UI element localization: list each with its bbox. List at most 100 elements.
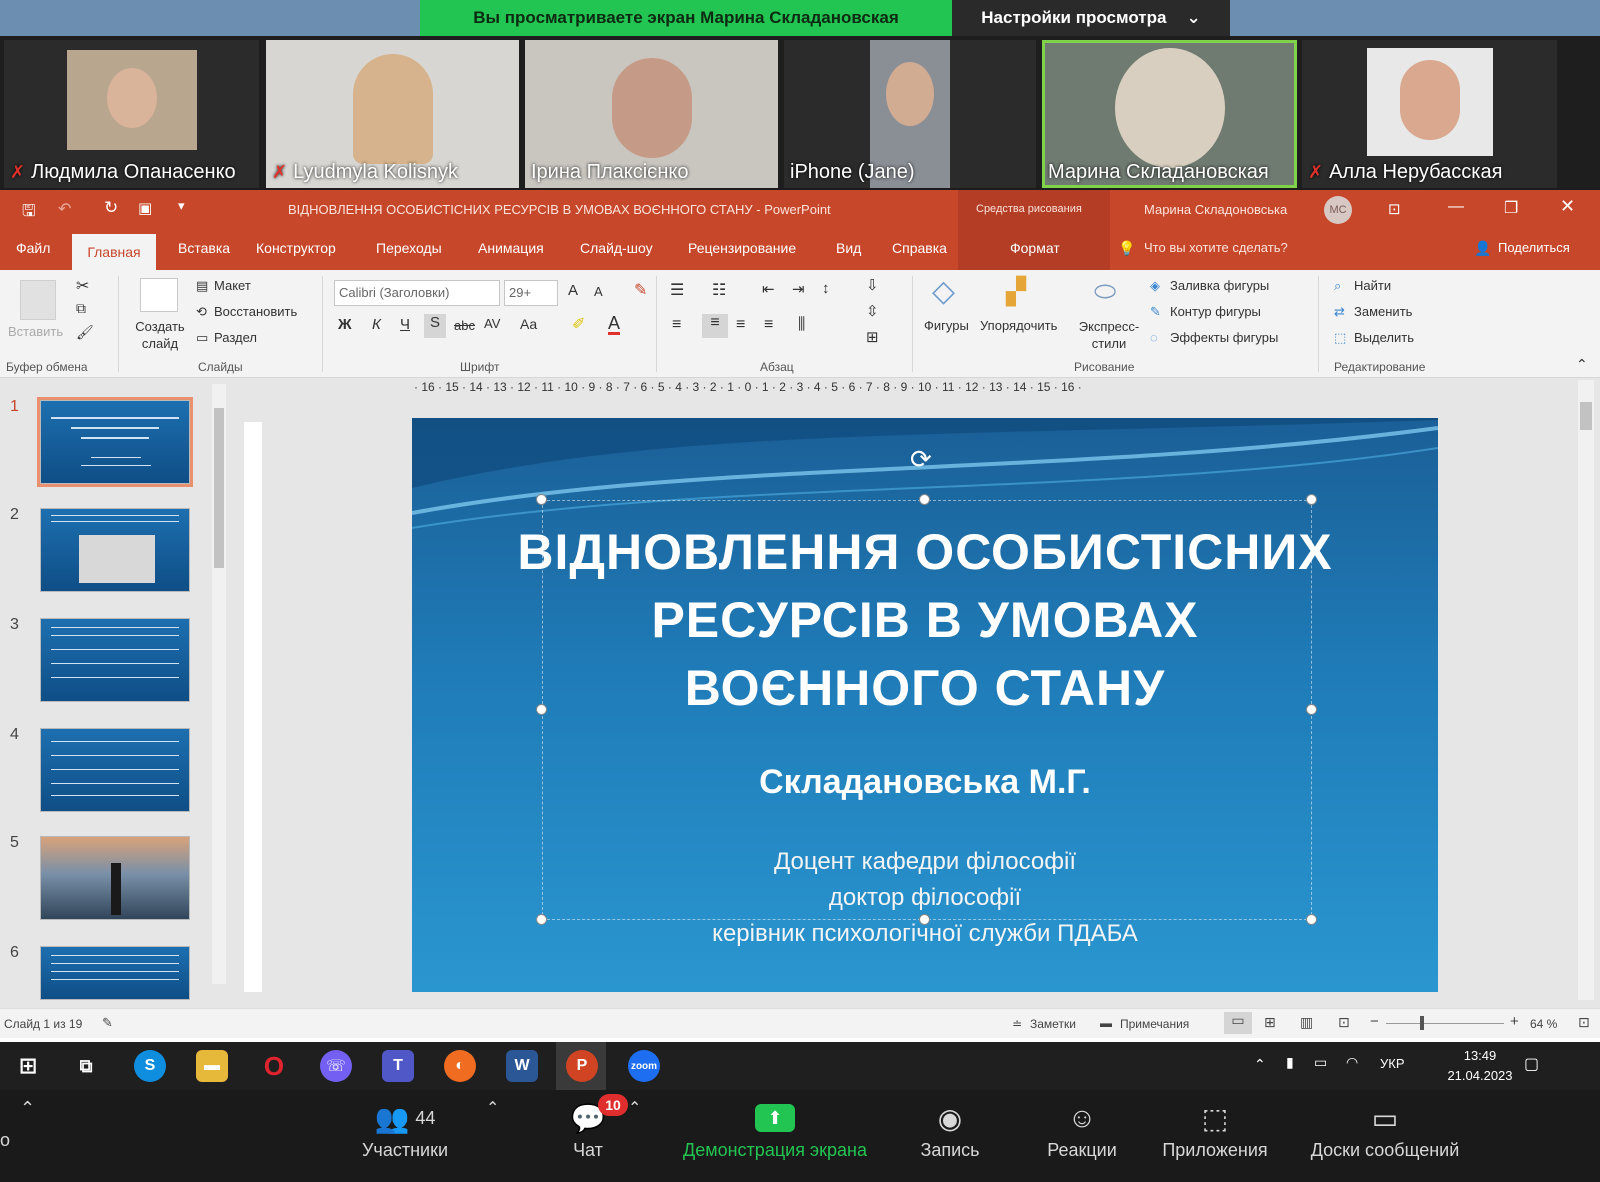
redo-icon[interactable]: ↻ (104, 198, 118, 218)
strikethrough-icon[interactable]: abc (454, 318, 475, 333)
skype-icon[interactable]: S (134, 1050, 166, 1082)
format-painter-icon[interactable]: 🖌 (76, 324, 94, 341)
notes-button[interactable]: Заметки (1030, 1017, 1076, 1031)
zoom-app-icon[interactable]: zoom (628, 1050, 660, 1082)
arrange-icon[interactable]: ▞ (1006, 276, 1026, 307)
slide-thumbnail-2[interactable] (40, 508, 190, 592)
character-spacing-icon[interactable]: AV (484, 316, 500, 331)
apps-button[interactable]: ⬚ Приложения (1150, 1096, 1280, 1176)
font-name-input[interactable]: Calibri (Заголовки) (334, 280, 500, 306)
new-slide-button[interactable]: Создать слайд (130, 318, 190, 352)
spell-check-icon[interactable]: ✎ (102, 1015, 113, 1031)
shapes-icon[interactable]: ◇ (932, 274, 955, 309)
view-settings-button[interactable]: Настройки просмотра ⌄ (952, 0, 1230, 36)
whiteboards-button[interactable]: ▭ Доски сообщений (1296, 1096, 1474, 1176)
shadow-icon[interactable]: S (424, 314, 446, 338)
rotate-handle-icon[interactable]: ⟳ (910, 444, 932, 475)
zoom-in-icon[interactable]: + (1510, 1013, 1519, 1030)
language-indicator[interactable]: УКР (1380, 1056, 1405, 1071)
align-center-icon[interactable]: ≡ (702, 314, 728, 338)
copy-icon[interactable]: ⧉ (76, 300, 86, 317)
share-button[interactable]: Поделиться (1498, 240, 1570, 255)
zoom-out-icon[interactable]: − (1370, 1013, 1379, 1030)
slide-sorter-icon[interactable]: ⊞ (1264, 1014, 1276, 1031)
wifi-icon[interactable]: ◠ (1346, 1054, 1358, 1071)
video-tile-3[interactable]: Ірина Плаксієнко (525, 40, 778, 188)
thumbs-scrollbar[interactable] (212, 384, 226, 984)
zoom-level[interactable]: 64 % (1530, 1017, 1557, 1031)
firefox-icon[interactable]: ◐ (444, 1050, 476, 1082)
new-slide-icon[interactable] (140, 278, 178, 312)
justify-icon[interactable]: ≡ (764, 316, 773, 334)
increase-indent-icon[interactable]: ⇥ (792, 280, 805, 298)
reading-view-icon[interactable]: ▥ (1300, 1014, 1313, 1031)
line-spacing-icon[interactable]: ↕ (822, 280, 830, 297)
shape-outline-button[interactable]: Контур фигуры (1170, 304, 1261, 319)
chat-chevron-icon[interactable]: ⌃ (628, 1098, 641, 1118)
reset-button[interactable]: Восстановить (214, 304, 297, 319)
font-color-icon[interactable]: A (608, 314, 621, 335)
zoom-slider-thumb[interactable] (1420, 1016, 1424, 1030)
align-left-icon[interactable]: ≡ (672, 316, 681, 334)
align-right-icon[interactable]: ≡ (736, 316, 745, 334)
task-view-icon[interactable]: ⧉ (70, 1050, 102, 1082)
shapes-button[interactable]: Фигуры (924, 318, 969, 333)
resize-handle[interactable] (919, 494, 930, 505)
ribbon-display-options-icon[interactable]: ⊡ (1388, 200, 1401, 218)
change-case-icon[interactable]: Aa (520, 316, 537, 332)
columns-icon[interactable]: ⫼ (798, 316, 805, 334)
tab-insert[interactable]: Вставка (178, 240, 230, 256)
word-icon[interactable]: W (506, 1050, 538, 1082)
clear-formatting-icon[interactable]: ✎ (634, 280, 647, 300)
video-tile-6[interactable]: ✗ Алла Нерубасская (1302, 40, 1557, 188)
close-icon[interactable]: ✕ (1560, 196, 1575, 217)
align-text-icon[interactable]: ⇳ (866, 302, 879, 320)
bold-icon[interactable]: Ж (338, 316, 352, 333)
participants-button[interactable]: 👥 44 Участники (350, 1096, 460, 1176)
font-size-input[interactable]: 29+ (504, 280, 558, 306)
slide-thumbnail-1[interactable] (37, 397, 193, 487)
current-slide[interactable]: ⟳ ВІДНОВЛЕННЯ ОСОБИСТІСНИХ РЕСУРСІВ В УМ… (412, 418, 1438, 992)
video-tile-5-active-speaker[interactable]: Марина Складановская (1042, 40, 1297, 188)
undo-icon[interactable]: ↶ (58, 199, 71, 219)
opera-icon[interactable]: O (258, 1050, 290, 1082)
video-tile-2[interactable]: ✗ Lyudmyla Kolisnyk (266, 40, 519, 188)
tab-animations[interactable]: Анимация (478, 240, 544, 256)
network-icon[interactable]: ▭ (1314, 1054, 1327, 1071)
slide-thumbnail-4[interactable] (40, 728, 190, 812)
tab-design[interactable]: Конструктор (256, 240, 336, 256)
save-icon[interactable]: 🖫 (22, 200, 36, 227)
reactions-button[interactable]: ☺ Реакции (1030, 1096, 1134, 1176)
fit-to-window-icon[interactable]: ⊡ (1578, 1014, 1590, 1031)
tab-transitions[interactable]: Переходы (376, 240, 442, 256)
highlight-icon[interactable]: ✐ (572, 314, 585, 334)
customize-toolbar-icon[interactable]: ▾ (178, 198, 185, 214)
tab-format[interactable]: Формат (1010, 240, 1060, 256)
shrink-font-icon[interactable]: A (594, 284, 603, 299)
slideshow-icon[interactable]: ⊡ (1338, 1014, 1350, 1031)
layout-button[interactable]: Макет (214, 278, 251, 293)
minimize-icon[interactable]: — (1448, 198, 1464, 216)
tray-expand-icon[interactable]: ⌃ (1254, 1056, 1266, 1073)
underline-icon[interactable]: Ч (400, 316, 410, 333)
windows-start-icon[interactable]: ⊞ (12, 1050, 44, 1082)
paste-label[interactable]: Вставить (8, 324, 63, 339)
shape-fill-button[interactable]: Заливка фигуры (1170, 278, 1269, 293)
video-tile-4[interactable]: iPhone (Jane) (784, 40, 1036, 188)
smartart-icon[interactable]: ⊞ (866, 328, 879, 346)
zoom-slider[interactable] (1386, 1023, 1504, 1024)
section-button[interactable]: Раздел (214, 330, 257, 345)
resize-handle[interactable] (536, 494, 547, 505)
numbering-icon[interactable]: ☷ (712, 280, 726, 300)
notifications-icon[interactable]: ▢ (1524, 1054, 1539, 1074)
quick-styles-button[interactable]: Экспресс-стили (1074, 318, 1144, 352)
resize-handle[interactable] (1306, 494, 1317, 505)
tab-home[interactable]: Главная (72, 234, 156, 270)
bullets-icon[interactable]: ☰ (670, 280, 684, 300)
powerpoint-icon[interactable]: P (566, 1050, 598, 1082)
cut-icon[interactable]: ✂ (76, 276, 89, 296)
decrease-indent-icon[interactable]: ⇤ (762, 280, 775, 298)
slide-thumbnail-6[interactable] (40, 946, 190, 1000)
tab-file[interactable]: Файл (16, 240, 50, 256)
italic-icon[interactable]: К (372, 316, 381, 333)
